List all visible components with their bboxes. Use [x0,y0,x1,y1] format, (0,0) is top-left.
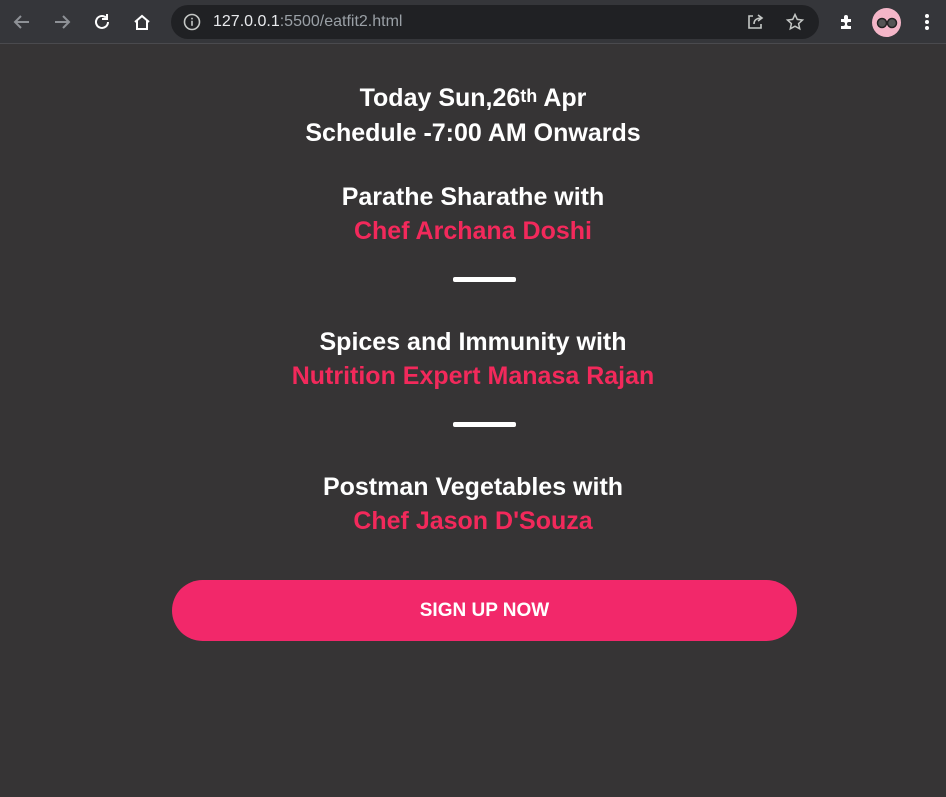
reload-icon [95,14,109,29]
url-host: 127.0.0.1 [213,13,280,30]
session-1: Parathe Sharathe with Chef Archana Doshi [0,180,946,248]
glasses-icon [876,17,897,28]
session-host: Chef Jason D'Souza [353,507,593,535]
menu-button[interactable] [911,6,943,38]
back-button[interactable] [6,6,38,38]
session-host: Chef Archana Doshi [353,217,592,245]
date-ordinal: th [520,86,538,106]
session-title: Postman Vegetables with [322,473,624,501]
date-heading: Today Sun,26th Apr [0,82,946,114]
kebab-menu-icon [925,14,929,30]
divider [453,422,516,427]
share-icon[interactable] [745,12,765,32]
forward-button[interactable] [46,6,78,38]
reload-button[interactable] [86,6,118,38]
browser-toolbar: 127.0.0.1:5500/eatfit2.html [0,0,946,44]
back-arrow-icon [13,15,29,29]
session-host: Nutrition Expert Manasa Rajan [291,362,655,390]
address-bar[interactable]: 127.0.0.1:5500/eatfit2.html [171,5,819,39]
avatar[interactable] [872,8,901,37]
url-text[interactable]: 127.0.0.1:5500/eatfit2.html [213,12,402,32]
divider [453,277,516,282]
session-3: Postman Vegetables with Chef Jason D'Sou… [0,470,946,538]
home-icon [134,14,150,30]
schedule-heading: Schedule -7:00 AM Onwards [305,119,641,147]
date-text: Today Sun,26 [359,84,521,112]
forward-arrow-icon [55,15,71,29]
url-path: :5500/eatfit2.html [279,13,403,30]
session-2: Spices and Immunity with Nutrition Exper… [0,325,946,393]
home-button[interactable] [126,6,158,38]
date-month: Apr [537,84,587,112]
extensions-button[interactable] [831,6,863,38]
session-title: Parathe Sharathe with [341,183,605,211]
star-icon[interactable] [785,12,805,32]
sign-up-button[interactable]: SIGN UP NOW [172,580,797,641]
session-title: Spices and Immunity with [319,328,627,356]
info-icon[interactable] [183,13,201,31]
puzzle-icon [841,15,851,29]
